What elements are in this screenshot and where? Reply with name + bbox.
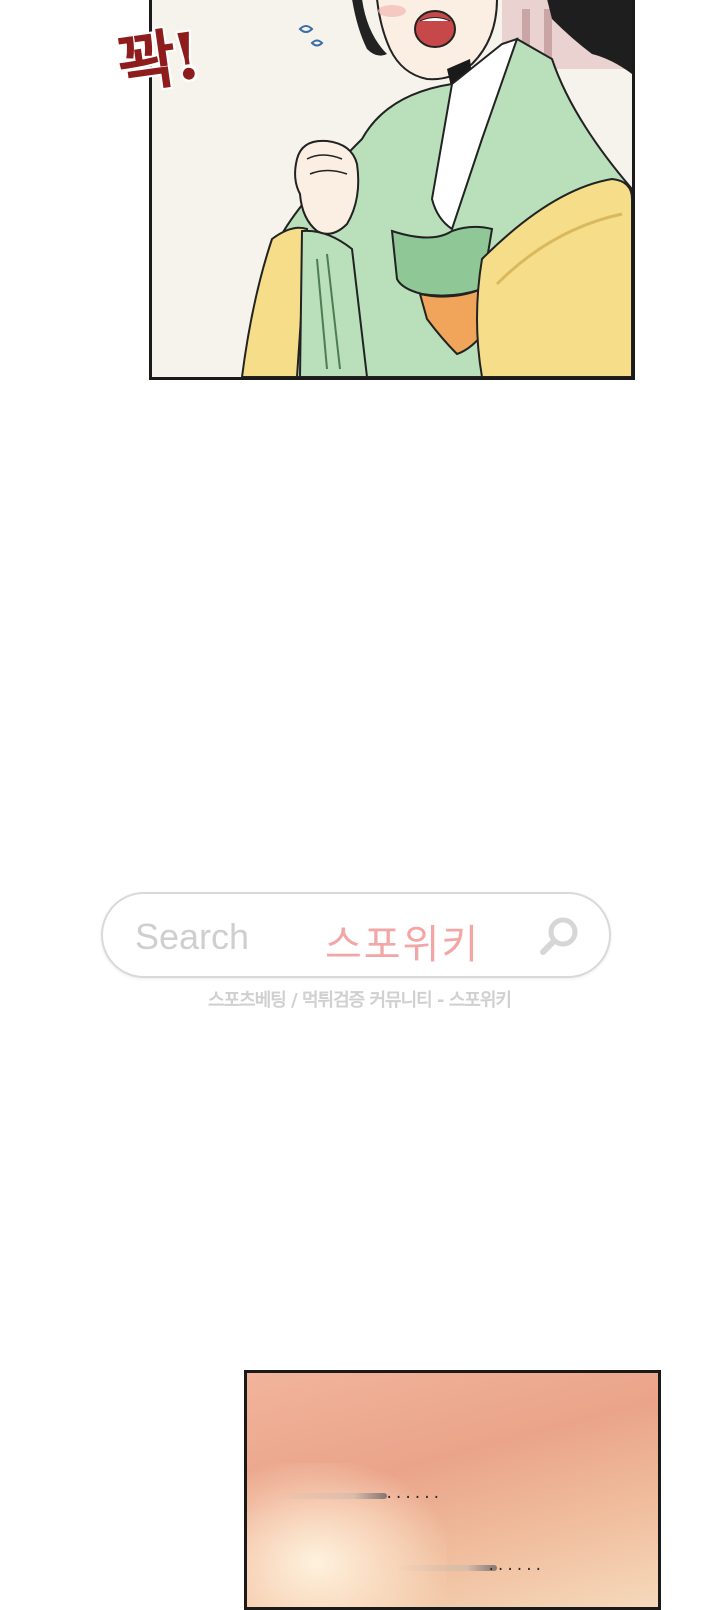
speech-smear bbox=[277, 1493, 387, 1499]
ellipsis-text: ...... bbox=[487, 1558, 544, 1574]
search-icon[interactable] bbox=[535, 912, 583, 960]
search-placeholder: Search bbox=[135, 916, 250, 957]
manga-panel-top bbox=[149, 0, 635, 380]
manga-panel-bottom: ...... ...... bbox=[244, 1370, 661, 1610]
watermark-caption: 스포츠베팅 / 먹튀검증 커뮤니티 - 스포위키 bbox=[208, 990, 512, 1011]
panel-illustration bbox=[152, 0, 632, 377]
ellipsis-text: ...... bbox=[385, 1486, 442, 1502]
search-bar[interactable]: Search 스포위키 bbox=[101, 892, 611, 978]
sound-effect-text: 꽉! bbox=[113, 18, 202, 105]
brand-name: 스포위키 bbox=[325, 922, 481, 968]
speech-smear bbox=[397, 1565, 497, 1571]
